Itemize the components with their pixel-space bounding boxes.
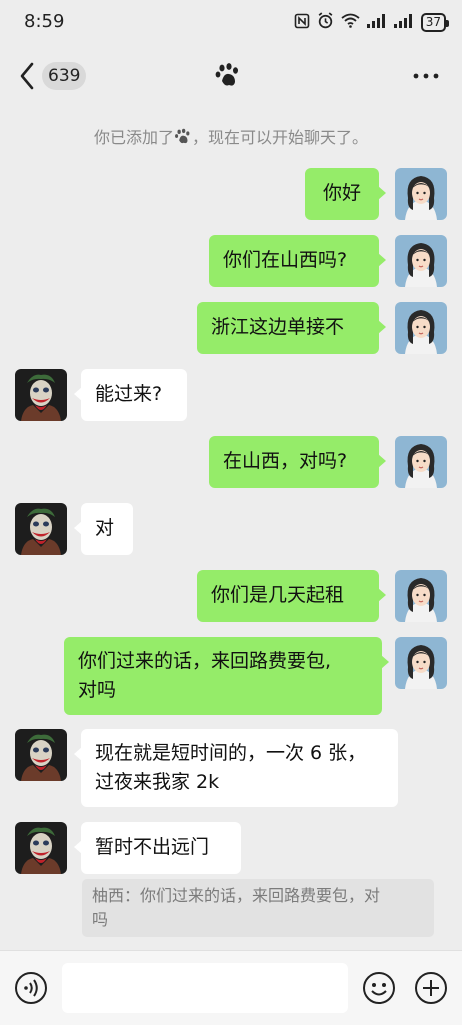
voice-button[interactable] <box>14 971 48 1005</box>
plus-icon <box>415 972 447 1004</box>
nfc-icon <box>294 13 310 33</box>
my-message-bubble[interactable]: 你们过来的话，来回路费要包, 对吗 <box>64 637 389 715</box>
more-button[interactable] <box>412 64 440 88</box>
system-icons: 37 <box>294 12 450 33</box>
quoted-message[interactable]: 柚西：你们过来的话，来回路费要包，对 吗 <box>82 879 434 937</box>
contact-avatar[interactable] <box>15 729 67 781</box>
my-avatar[interactable] <box>395 302 447 354</box>
message-text: 在山西，对吗? <box>223 450 348 472</box>
my-message-bubble[interactable]: 你们是几天起租 <box>197 570 386 622</box>
more-icon <box>413 73 439 79</box>
emoji-button[interactable] <box>362 971 396 1005</box>
wifi-icon <box>341 13 360 32</box>
my-avatar[interactable] <box>395 235 447 287</box>
message-text-line2: 对吗 <box>78 679 117 701</box>
message-text: 你好 <box>322 182 361 204</box>
contact-message-bubble[interactable]: 暂时不出远门 <box>74 822 241 874</box>
message-text: 你们是几天起租 <box>211 584 345 606</box>
contact-avatar[interactable] <box>15 369 67 421</box>
system-note-before: 你已添加了 <box>93 128 174 147</box>
system-note: 你已添加了 ，现在可以开始聊天了。 <box>0 124 462 148</box>
my-avatar[interactable] <box>395 436 447 488</box>
chat-header: 639 <box>0 46 462 110</box>
contact-message-bubble[interactable]: 对 <box>74 503 133 555</box>
my-avatar[interactable] <box>395 168 447 220</box>
emoji-icon <box>363 972 395 1004</box>
battery-icon: 37 <box>420 13 450 32</box>
message-text-line1: 你们过来的话，来回路费要包, <box>78 650 332 672</box>
status-bar: 8:59 37 <box>0 0 462 46</box>
quote-line2: 吗 <box>92 910 109 929</box>
unread-count-badge[interactable]: 639 <box>42 62 87 90</box>
message-text-line1: 现在就是短时间的，一次 6 张， <box>95 742 367 764</box>
my-message-bubble[interactable]: 浙江这边单接不 <box>197 302 386 354</box>
contact-avatar[interactable] <box>15 503 67 555</box>
signal-icon <box>393 13 414 32</box>
contact-message-bubble[interactable]: 能过来? <box>74 369 187 421</box>
message-text-line2: 过夜来我家 2k <box>95 771 220 793</box>
status-time: 8:59 <box>24 11 65 32</box>
paw-icon <box>214 62 242 90</box>
chevron-left-icon <box>20 62 34 90</box>
contact-message-bubble[interactable]: 现在就是短时间的，一次 6 张， 过夜来我家 2k <box>74 729 398 807</box>
signal-icon <box>366 13 387 32</box>
quote-line1: 柚西：你们过来的话，来回路费要包，对 <box>92 886 381 905</box>
contact-avatar[interactable] <box>15 822 67 874</box>
message-text: 对 <box>95 517 115 539</box>
message-text: 能过来? <box>95 383 163 405</box>
message-input[interactable] <box>62 963 348 1013</box>
input-bar <box>0 950 462 1025</box>
system-note-after: ，现在可以开始聊天了。 <box>192 128 369 147</box>
my-avatar[interactable] <box>395 570 447 622</box>
my-message-bubble[interactable]: 在山西，对吗? <box>209 436 386 488</box>
back-button[interactable] <box>14 58 44 94</box>
plus-button[interactable] <box>414 971 448 1005</box>
message-text: 暂时不出远门 <box>95 836 210 858</box>
message-text: 浙江这边单接不 <box>211 316 345 338</box>
my-avatar[interactable] <box>395 637 447 689</box>
my-message-bubble[interactable]: 你好 <box>305 168 386 220</box>
my-message-bubble[interactable]: 你们在山西吗? <box>209 235 386 287</box>
alarm-icon <box>317 12 334 33</box>
message-text: 你们在山西吗? <box>223 249 348 271</box>
voice-icon <box>15 972 47 1004</box>
paw-icon <box>174 128 192 146</box>
